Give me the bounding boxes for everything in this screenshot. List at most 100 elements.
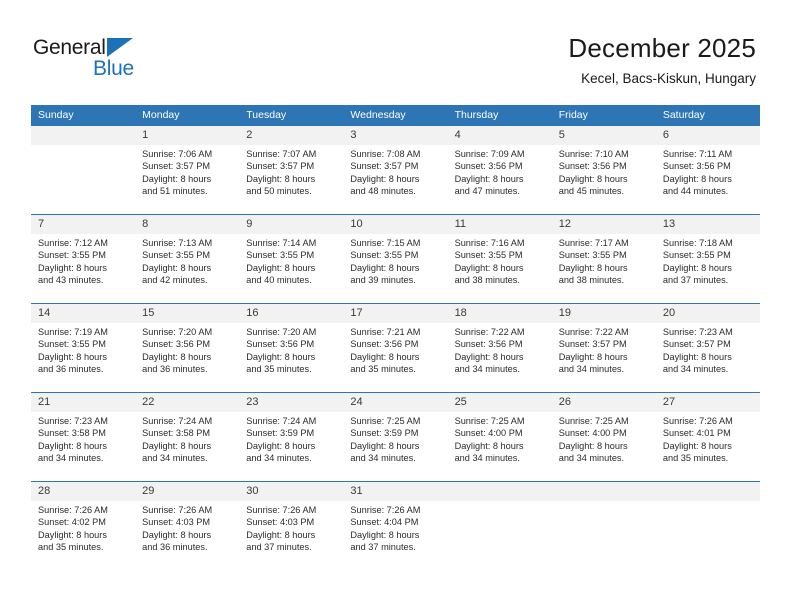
day-detail-line: Daylight: 8 hours bbox=[454, 440, 524, 451]
day-cell-20[interactable]: 20 Sunrise: 7:23 AM Sunset: 3:57 PM Dayligh… bbox=[655, 304, 760, 392]
day-cell-31[interactable]: 31 Sunrise: 7:26 AM Sunset: 4:04 PM Dayligh… bbox=[343, 482, 448, 570]
day-number: 19 bbox=[551, 304, 656, 323]
day-details: Sunrise: 7:17 AM Sunset: 3:55 PM Daylight:… bbox=[552, 234, 656, 287]
day-number: 28 bbox=[31, 482, 136, 501]
day-details: Sunrise: 7:25 AM Sunset: 3:59 PM Daylight:… bbox=[343, 412, 447, 465]
day-details bbox=[448, 501, 552, 504]
day-details: Sunrise: 7:26 AM Sunset: 4:04 PM Daylight:… bbox=[343, 501, 447, 554]
day-cell-25[interactable]: 25 Sunrise: 7:25 AM Sunset: 4:00 PM Dayligh… bbox=[447, 393, 552, 481]
day-detail-line: Sunset: 3:58 PM bbox=[142, 428, 211, 439]
day-number bbox=[447, 482, 552, 501]
day-detail-line: and 34 minutes. bbox=[454, 453, 520, 464]
day-cell-1[interactable]: 1 Sunrise: 7:06 AM Sunset: 3:57 PM Daylight… bbox=[135, 126, 240, 214]
day-cell-10[interactable]: 10 Sunrise: 7:15 AM Sunset: 3:55 PM Dayligh… bbox=[343, 215, 448, 303]
day-cell-17[interactable]: 17 Sunrise: 7:21 AM Sunset: 3:56 PM Dayligh… bbox=[343, 304, 448, 392]
day-number: 15 bbox=[135, 304, 240, 323]
day-detail-line: Sunrise: 7:23 AM bbox=[38, 416, 108, 426]
day-cell-24[interactable]: 24 Sunrise: 7:25 AM Sunset: 3:59 PM Dayligh… bbox=[343, 393, 448, 481]
day-detail-line: Sunrise: 7:22 AM bbox=[454, 327, 525, 337]
logo-text-general: General bbox=[33, 36, 106, 59]
day-details: Sunrise: 7:26 AM Sunset: 4:01 PM Daylight:… bbox=[656, 412, 760, 465]
day-detail-line: Sunset: 3:55 PM bbox=[38, 339, 106, 350]
day-cell-21[interactable]: 21 Sunrise: 7:23 AM Sunset: 3:58 PM Dayligh… bbox=[31, 393, 136, 481]
day-number: 20 bbox=[655, 304, 760, 323]
day-cell-27[interactable]: 27 Sunrise: 7:26 AM Sunset: 4:01 PM Dayligh… bbox=[655, 393, 760, 481]
day-detail-line: Sunrise: 7:20 AM bbox=[142, 327, 213, 337]
day-cell-13[interactable]: 13 Sunrise: 7:18 AM Sunset: 3:55 PM Dayligh… bbox=[655, 215, 760, 303]
day-number: 23 bbox=[239, 393, 344, 412]
day-detail-line: Sunset: 4:00 PM bbox=[454, 428, 523, 439]
day-number: 5 bbox=[551, 126, 656, 145]
day-number: 22 bbox=[135, 393, 240, 412]
day-cell-6[interactable]: 6 Sunrise: 7:11 AM Sunset: 3:56 PM Daylight… bbox=[655, 126, 760, 214]
day-cell-30[interactable]: 30 Sunrise: 7:26 AM Sunset: 4:03 PM Dayligh… bbox=[239, 482, 344, 570]
day-detail-line: and 34 minutes. bbox=[142, 453, 208, 464]
weekday-header-thursday: Thursday bbox=[454, 109, 499, 121]
day-detail-line: Sunset: 3:55 PM bbox=[454, 250, 523, 261]
day-number bbox=[31, 126, 136, 145]
day-detail-line: Sunset: 3:56 PM bbox=[662, 161, 731, 172]
day-detail-line: Sunrise: 7:12 AM bbox=[38, 238, 108, 248]
day-details: Sunrise: 7:26 AM Sunset: 4:03 PM Daylight:… bbox=[239, 501, 343, 554]
day-cell-23[interactable]: 23 Sunrise: 7:24 AM Sunset: 3:59 PM Dayligh… bbox=[239, 393, 344, 481]
day-cell-5[interactable]: 5 Sunrise: 7:10 AM Sunset: 3:56 PM Daylight… bbox=[551, 126, 656, 214]
day-details: Sunrise: 7:13 AM Sunset: 3:55 PM Daylight:… bbox=[135, 234, 239, 287]
day-cell-7[interactable]: 7 Sunrise: 7:12 AM Sunset: 3:55 PM Daylight… bbox=[31, 215, 136, 303]
day-cell-22[interactable]: 22 Sunrise: 7:24 AM Sunset: 3:58 PM Dayligh… bbox=[135, 393, 240, 481]
day-detail-line: and 35 minutes. bbox=[38, 542, 104, 553]
day-detail-line: and 34 minutes. bbox=[454, 364, 520, 375]
day-cell-15[interactable]: 15 Sunrise: 7:20 AM Sunset: 3:56 PM Dayligh… bbox=[135, 304, 240, 392]
day-cell-29[interactable]: 29 Sunrise: 7:26 AM Sunset: 4:03 PM Dayligh… bbox=[135, 482, 240, 570]
day-cell-11[interactable]: 11 Sunrise: 7:16 AM Sunset: 3:55 PM Dayligh… bbox=[447, 215, 552, 303]
day-detail-line: Sunrise: 7:23 AM bbox=[662, 327, 733, 337]
day-detail-line: and 34 minutes. bbox=[38, 453, 104, 464]
day-cell-28[interactable]: 28 Sunrise: 7:26 AM Sunset: 4:02 PM Dayligh… bbox=[31, 482, 136, 570]
day-cell-9[interactable]: 9 Sunrise: 7:14 AM Sunset: 3:55 PM Daylight… bbox=[239, 215, 344, 303]
day-detail-line: Sunrise: 7:25 AM bbox=[558, 416, 629, 426]
day-details bbox=[656, 501, 760, 504]
day-cell-4[interactable]: 4 Sunrise: 7:09 AM Sunset: 3:56 PM Daylight… bbox=[447, 126, 552, 214]
day-number: 27 bbox=[655, 393, 760, 412]
day-detail-line: Sunset: 4:01 PM bbox=[662, 428, 731, 439]
day-detail-line: Sunset: 4:00 PM bbox=[558, 428, 627, 439]
day-detail-line: Sunrise: 7:26 AM bbox=[38, 505, 108, 515]
day-detail-line: and 51 minutes. bbox=[142, 186, 208, 197]
day-detail-line: Sunrise: 7:24 AM bbox=[142, 416, 213, 426]
day-number bbox=[551, 482, 656, 501]
day-details: Sunrise: 7:20 AM Sunset: 3:56 PM Daylight:… bbox=[239, 323, 343, 376]
day-number: 8 bbox=[135, 215, 240, 234]
day-cell-12[interactable]: 12 Sunrise: 7:17 AM Sunset: 3:55 PM Dayligh… bbox=[551, 215, 656, 303]
day-cell-16[interactable]: 16 Sunrise: 7:20 AM Sunset: 3:56 PM Dayligh… bbox=[239, 304, 344, 392]
day-detail-line: and 34 minutes. bbox=[246, 453, 312, 464]
day-cell-26[interactable]: 26 Sunrise: 7:25 AM Sunset: 4:00 PM Dayligh… bbox=[551, 393, 656, 481]
day-detail-line: Daylight: 8 hours bbox=[142, 440, 212, 451]
day-detail-line: and 37 minutes. bbox=[350, 542, 416, 553]
day-number: 18 bbox=[447, 304, 552, 323]
day-number: 2 bbox=[239, 126, 344, 145]
day-detail-line: and 50 minutes. bbox=[246, 186, 312, 197]
day-detail-line: and 34 minutes. bbox=[558, 453, 625, 464]
day-number: 6 bbox=[655, 126, 760, 145]
day-cell-19[interactable]: 19 Sunrise: 7:22 AM Sunset: 3:57 PM Dayligh… bbox=[551, 304, 656, 392]
day-cell-3[interactable]: 3 Sunrise: 7:08 AM Sunset: 3:57 PM Daylight… bbox=[343, 126, 448, 214]
day-detail-line: Sunset: 3:59 PM bbox=[246, 428, 315, 439]
day-detail-line: and 43 minutes. bbox=[38, 275, 104, 286]
day-detail-line: Daylight: 8 hours bbox=[142, 529, 212, 540]
day-number: 25 bbox=[447, 393, 552, 412]
day-detail-line: and 45 minutes. bbox=[558, 186, 625, 197]
day-details: Sunrise: 7:07 AM Sunset: 3:57 PM Daylight:… bbox=[239, 145, 343, 198]
day-detail-line: and 34 minutes. bbox=[350, 453, 416, 464]
day-detail-line: and 35 minutes. bbox=[662, 453, 729, 464]
day-detail-line: Sunrise: 7:19 AM bbox=[38, 327, 108, 337]
logo-text-blue: Blue bbox=[93, 57, 134, 80]
page-subtitle: Kecel, Bacs-Kiskun, Hungary bbox=[581, 71, 756, 86]
day-detail-line: and 38 minutes. bbox=[454, 275, 520, 286]
day-detail-line: Sunrise: 7:06 AM bbox=[142, 149, 213, 159]
day-detail-line: Daylight: 8 hours bbox=[38, 262, 107, 273]
day-details: Sunrise: 7:24 AM Sunset: 3:59 PM Daylight:… bbox=[239, 412, 343, 465]
day-cell-14[interactable]: 14 Sunrise: 7:19 AM Sunset: 3:55 PM Dayligh… bbox=[31, 304, 136, 392]
day-cell-18[interactable]: 18 Sunrise: 7:22 AM Sunset: 3:56 PM Dayligh… bbox=[447, 304, 552, 392]
day-detail-line: Daylight: 8 hours bbox=[454, 351, 524, 362]
day-cell-2[interactable]: 2 Sunrise: 7:07 AM Sunset: 3:57 PM Daylight… bbox=[239, 126, 344, 214]
day-cell-8[interactable]: 8 Sunrise: 7:13 AM Sunset: 3:55 PM Daylight… bbox=[135, 215, 240, 303]
